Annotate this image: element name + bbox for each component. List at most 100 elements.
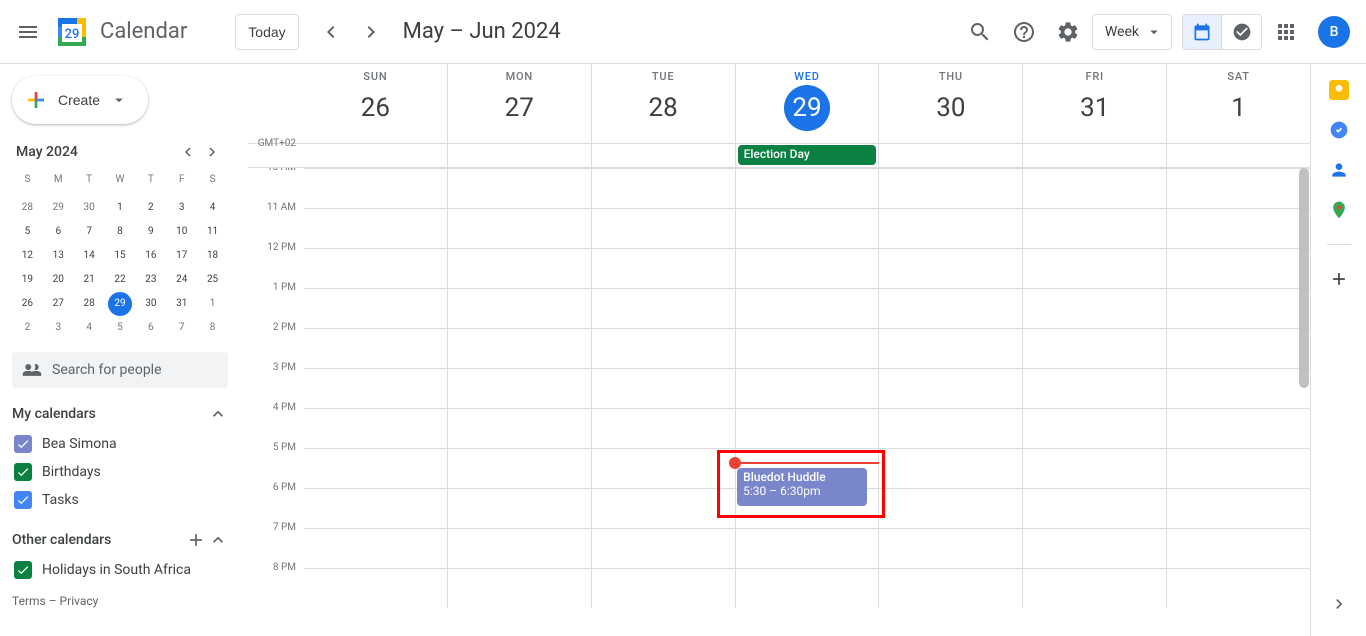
time-cell[interactable] (735, 289, 879, 328)
time-cell[interactable] (1022, 249, 1166, 288)
mini-day[interactable]: 8 (108, 220, 132, 244)
mini-day[interactable]: 28 (15, 196, 39, 220)
mini-day[interactable]: 7 (170, 316, 194, 340)
checkbox[interactable] (14, 463, 32, 481)
calendar-panel-button[interactable] (1182, 14, 1222, 50)
mini-prev-button[interactable] (176, 140, 200, 164)
time-cell[interactable] (447, 529, 591, 568)
allday-cell[interactable]: Election Day (735, 144, 879, 167)
mini-day[interactable]: 20 (46, 268, 70, 292)
time-cell[interactable] (878, 249, 1022, 288)
time-cell[interactable] (447, 289, 591, 328)
mini-day[interactable]: 5 (108, 316, 132, 340)
mini-day[interactable]: 23 (139, 268, 163, 292)
search-people-input[interactable]: Search for people (12, 352, 228, 388)
time-cell[interactable] (735, 369, 879, 408)
time-cell[interactable] (447, 369, 591, 408)
time-cell[interactable] (591, 329, 735, 368)
mini-day[interactable]: 16 (139, 244, 163, 268)
other-calendars-header[interactable]: Other calendars (12, 530, 228, 550)
time-cell[interactable] (304, 169, 447, 208)
time-cell[interactable] (1022, 329, 1166, 368)
time-cell[interactable] (591, 369, 735, 408)
time-cell[interactable] (1022, 569, 1166, 608)
time-grid[interactable]: 10 AM11 AM12 PM1 PM2 PM3 PM4 PM5 PM6 PM7… (248, 168, 1310, 636)
mini-day[interactable]: 12 (15, 244, 39, 268)
date-number[interactable]: 29 (784, 85, 830, 131)
time-cell[interactable] (1022, 289, 1166, 328)
time-cell[interactable] (304, 489, 447, 528)
time-cell[interactable] (304, 529, 447, 568)
time-cell[interactable] (1166, 449, 1310, 488)
mini-day[interactable]: 28 (77, 292, 101, 316)
time-cell[interactable] (735, 209, 879, 248)
mini-next-button[interactable] (200, 140, 224, 164)
time-cell[interactable] (878, 369, 1022, 408)
calendar-item[interactable]: Bea Simona (12, 430, 228, 458)
mini-day[interactable]: 4 (77, 316, 101, 340)
time-cell[interactable] (1166, 249, 1310, 288)
mini-day[interactable]: 22 (108, 268, 132, 292)
time-cell[interactable] (591, 409, 735, 448)
day-header[interactable]: TUE28 (591, 64, 735, 143)
allday-cell[interactable] (1022, 144, 1166, 167)
day-header[interactable]: FRI31 (1022, 64, 1166, 143)
time-cell[interactable] (304, 449, 447, 488)
time-cell[interactable] (1022, 169, 1166, 208)
mini-day[interactable]: 6 (139, 316, 163, 340)
calendar-item[interactable]: Tasks (12, 486, 228, 514)
time-cell[interactable] (1022, 409, 1166, 448)
time-cell[interactable] (1022, 449, 1166, 488)
allday-cell[interactable] (591, 144, 735, 167)
time-cell[interactable] (1166, 409, 1310, 448)
time-cell[interactable] (447, 449, 591, 488)
mini-day[interactable]: 18 (201, 244, 225, 268)
time-cell[interactable] (591, 209, 735, 248)
time-cell[interactable] (1166, 529, 1310, 568)
prev-week-button[interactable] (311, 12, 351, 52)
time-cell[interactable] (878, 569, 1022, 608)
day-header[interactable]: SAT1 (1166, 64, 1310, 143)
time-cell[interactable] (304, 209, 447, 248)
calendar-item[interactable]: Birthdays (12, 458, 228, 486)
time-cell[interactable] (1166, 169, 1310, 208)
mini-day[interactable]: 30 (77, 196, 101, 220)
contacts-icon[interactable] (1329, 160, 1349, 180)
mini-day[interactable]: 5 (15, 220, 39, 244)
maps-icon[interactable] (1329, 200, 1349, 220)
mini-day[interactable]: 2 (15, 316, 39, 340)
mini-day[interactable]: 6 (46, 220, 70, 244)
mini-day[interactable]: 29 (108, 292, 132, 316)
day-header[interactable]: SUN26 (304, 64, 447, 143)
time-cell[interactable] (1022, 529, 1166, 568)
time-cell[interactable] (1166, 209, 1310, 248)
time-cell[interactable] (735, 329, 879, 368)
mini-day[interactable]: 31 (170, 292, 194, 316)
time-cell[interactable] (591, 169, 735, 208)
time-cell[interactable] (1022, 489, 1166, 528)
mini-day[interactable]: 25 (201, 268, 225, 292)
mini-day[interactable]: 29 (46, 196, 70, 220)
mini-day[interactable]: 26 (15, 292, 39, 316)
mini-day[interactable]: 30 (139, 292, 163, 316)
view-selector[interactable]: Week (1092, 14, 1172, 50)
date-number[interactable]: 28 (640, 85, 686, 131)
checkbox[interactable] (14, 561, 32, 579)
time-cell[interactable] (878, 449, 1022, 488)
apps-button[interactable] (1266, 12, 1306, 52)
allday-cell[interactable] (447, 144, 591, 167)
time-cell[interactable] (591, 489, 735, 528)
mini-day[interactable]: 9 (139, 220, 163, 244)
account-avatar[interactable]: B (1318, 16, 1350, 48)
keep-icon[interactable] (1329, 80, 1349, 100)
time-cell[interactable] (1166, 569, 1310, 608)
date-number[interactable]: 30 (928, 85, 974, 131)
mini-day[interactable]: 4 (201, 196, 225, 220)
main-menu-button[interactable] (8, 12, 48, 52)
time-cell[interactable] (304, 289, 447, 328)
time-cell[interactable] (591, 289, 735, 328)
date-number[interactable]: 27 (496, 85, 542, 131)
day-header[interactable]: MON27 (447, 64, 591, 143)
time-cell[interactable] (447, 329, 591, 368)
search-button[interactable] (960, 12, 1000, 52)
